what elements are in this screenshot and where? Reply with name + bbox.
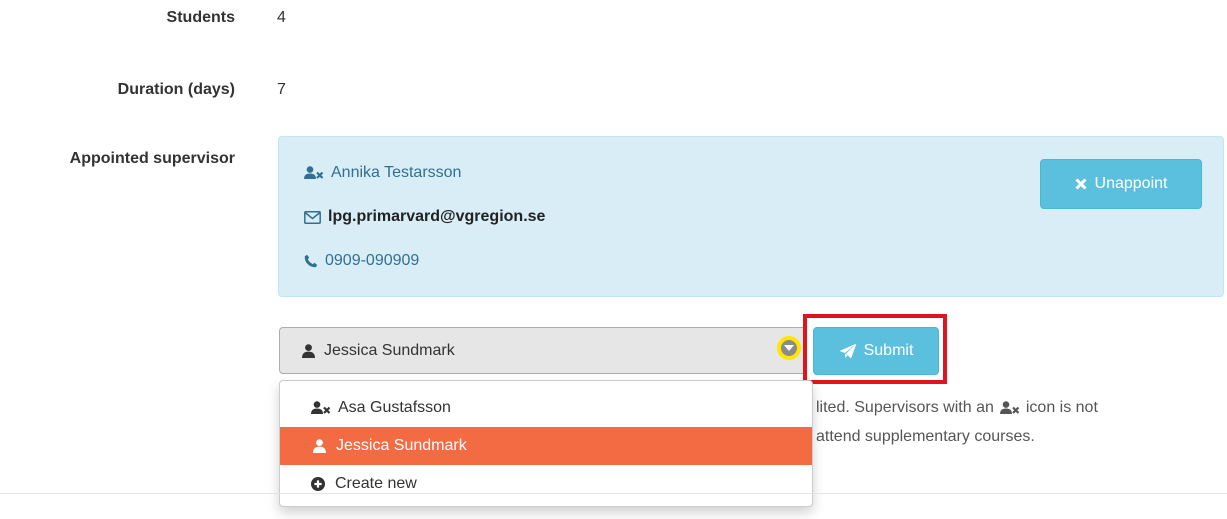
plus-circle-icon [311,477,325,491]
user-times-icon [311,401,331,415]
close-icon [1074,178,1087,190]
user-icon [313,439,326,453]
option-label: Create new [335,475,417,492]
dropdown-option-asa-gustafsson[interactable]: Asa Gustafsson [280,389,812,427]
supervisor-dropdown-menu: Asa Gustafsson Jessica Sundmark Create n… [279,380,813,507]
user-times-icon [304,166,324,180]
supervisor-panel: Annika Testarsson lpg.primarvard@vgregio… [278,136,1224,297]
paper-plane-icon [839,343,857,359]
supervisor-phone-row: 0909-090909 [304,252,419,270]
supervisor-email-row: lpg.primarvard@vgregion.se [304,208,545,226]
caret-down-icon [781,340,797,356]
supervisor-phone: 0909-090909 [325,252,420,269]
option-label: Asa Gustafsson [338,399,451,416]
help-text-part1: lited. Supervisors with an [816,399,994,416]
appointed-supervisor-label: Appointed supervisor [69,150,235,167]
user-times-icon [999,401,1020,415]
selected-supervisor: Jessica Sundmark [324,341,455,359]
students-value: 4 [277,9,286,26]
supervisor-name-row: Annika Testarsson [304,164,461,182]
duration-label: Duration (days) [117,81,235,98]
help-text-line2: attend supplementary courses. [816,428,1035,445]
dropdown-option-jessica-sundmark[interactable]: Jessica Sundmark [280,427,812,465]
dropdown-toggle[interactable] [777,336,801,360]
option-label: Jessica Sundmark [336,437,467,454]
supervisor-email: lpg.primarvard@vgregion.se [328,208,546,225]
user-icon [302,343,315,358]
help-text-part2: icon is not [1025,399,1098,416]
unappoint-label: Unappoint [1094,175,1168,192]
envelope-icon [304,210,321,224]
duration-value: 7 [277,81,286,98]
supervisor-select[interactable]: Jessica Sundmark [279,327,807,374]
submit-label: Submit [863,342,914,359]
section-divider [0,493,1227,494]
students-label: Students [166,9,235,26]
unappoint-button[interactable]: Unappoint [1040,159,1202,209]
dropdown-option-create-new[interactable]: Create new [280,465,812,503]
phone-icon [304,254,318,268]
submit-button[interactable]: Submit [813,327,939,375]
supervisor-name: Annika Testarsson [331,164,462,181]
help-text-line1: lited. Supervisors with an icon is not [816,399,1098,417]
